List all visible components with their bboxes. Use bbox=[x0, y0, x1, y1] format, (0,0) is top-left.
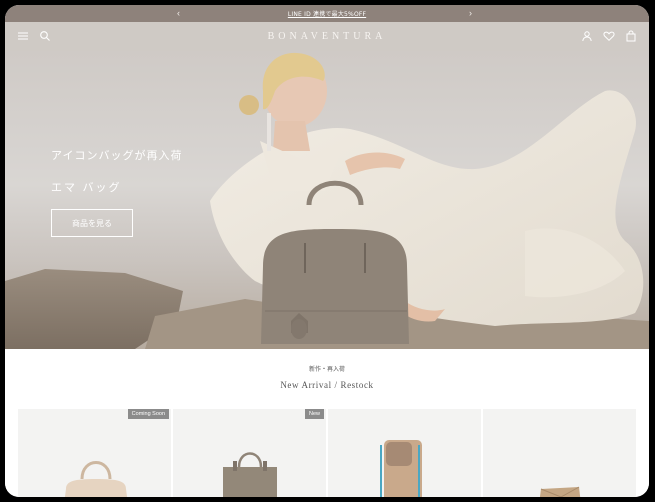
hero-banner[interactable]: アイコンバッグが再入荷 エマ バッグ 商品を見る bbox=[5, 51, 649, 349]
site-header: BONAVENTURA bbox=[5, 22, 649, 51]
product-grid: Coming Soon New bbox=[18, 409, 638, 497]
account-icon[interactable] bbox=[581, 30, 593, 42]
new-arrival-section: 新作・再入荷 New Arrival / Restock Coming Soon bbox=[5, 349, 649, 497]
bag-icon[interactable] bbox=[625, 30, 637, 42]
heart-icon[interactable] bbox=[603, 30, 615, 42]
status-badge: Coming Soon bbox=[127, 409, 169, 419]
product-card[interactable] bbox=[328, 409, 481, 497]
product-image bbox=[380, 440, 422, 497]
product-card[interactable]: Coming Soon bbox=[18, 409, 171, 497]
announcement-bar: ‹ LINE ID 連携で最大5%OFF › bbox=[5, 5, 649, 22]
product-image bbox=[64, 461, 128, 497]
section-title-en: New Arrival / Restock bbox=[280, 380, 374, 390]
product-image bbox=[223, 452, 277, 497]
hero-subheadline: エマ バッグ bbox=[51, 181, 122, 194]
product-image bbox=[539, 486, 581, 497]
page-frame: ‹ LINE ID 連携で最大5%OFF › BONAVENTURA アイコンバ… bbox=[5, 5, 649, 497]
announcement-link[interactable]: LINE ID 連携で最大5%OFF bbox=[288, 9, 366, 18]
product-card[interactable]: New bbox=[173, 409, 326, 497]
section-title-ja: 新作・再入荷 bbox=[308, 366, 345, 373]
product-card[interactable] bbox=[483, 409, 636, 497]
view-product-button[interactable]: 商品を見る bbox=[51, 209, 133, 237]
brand-logo[interactable]: BONAVENTURA bbox=[5, 31, 649, 42]
announcement-next-arrow[interactable]: › bbox=[469, 7, 472, 19]
hero-copy: アイコンバッグが再入荷 エマ バッグ 商品を見る bbox=[51, 147, 182, 237]
status-badge: New bbox=[304, 409, 324, 419]
announcement-prev-arrow[interactable]: ‹ bbox=[177, 7, 180, 19]
hero-headline: アイコンバッグが再入荷 bbox=[51, 149, 183, 162]
